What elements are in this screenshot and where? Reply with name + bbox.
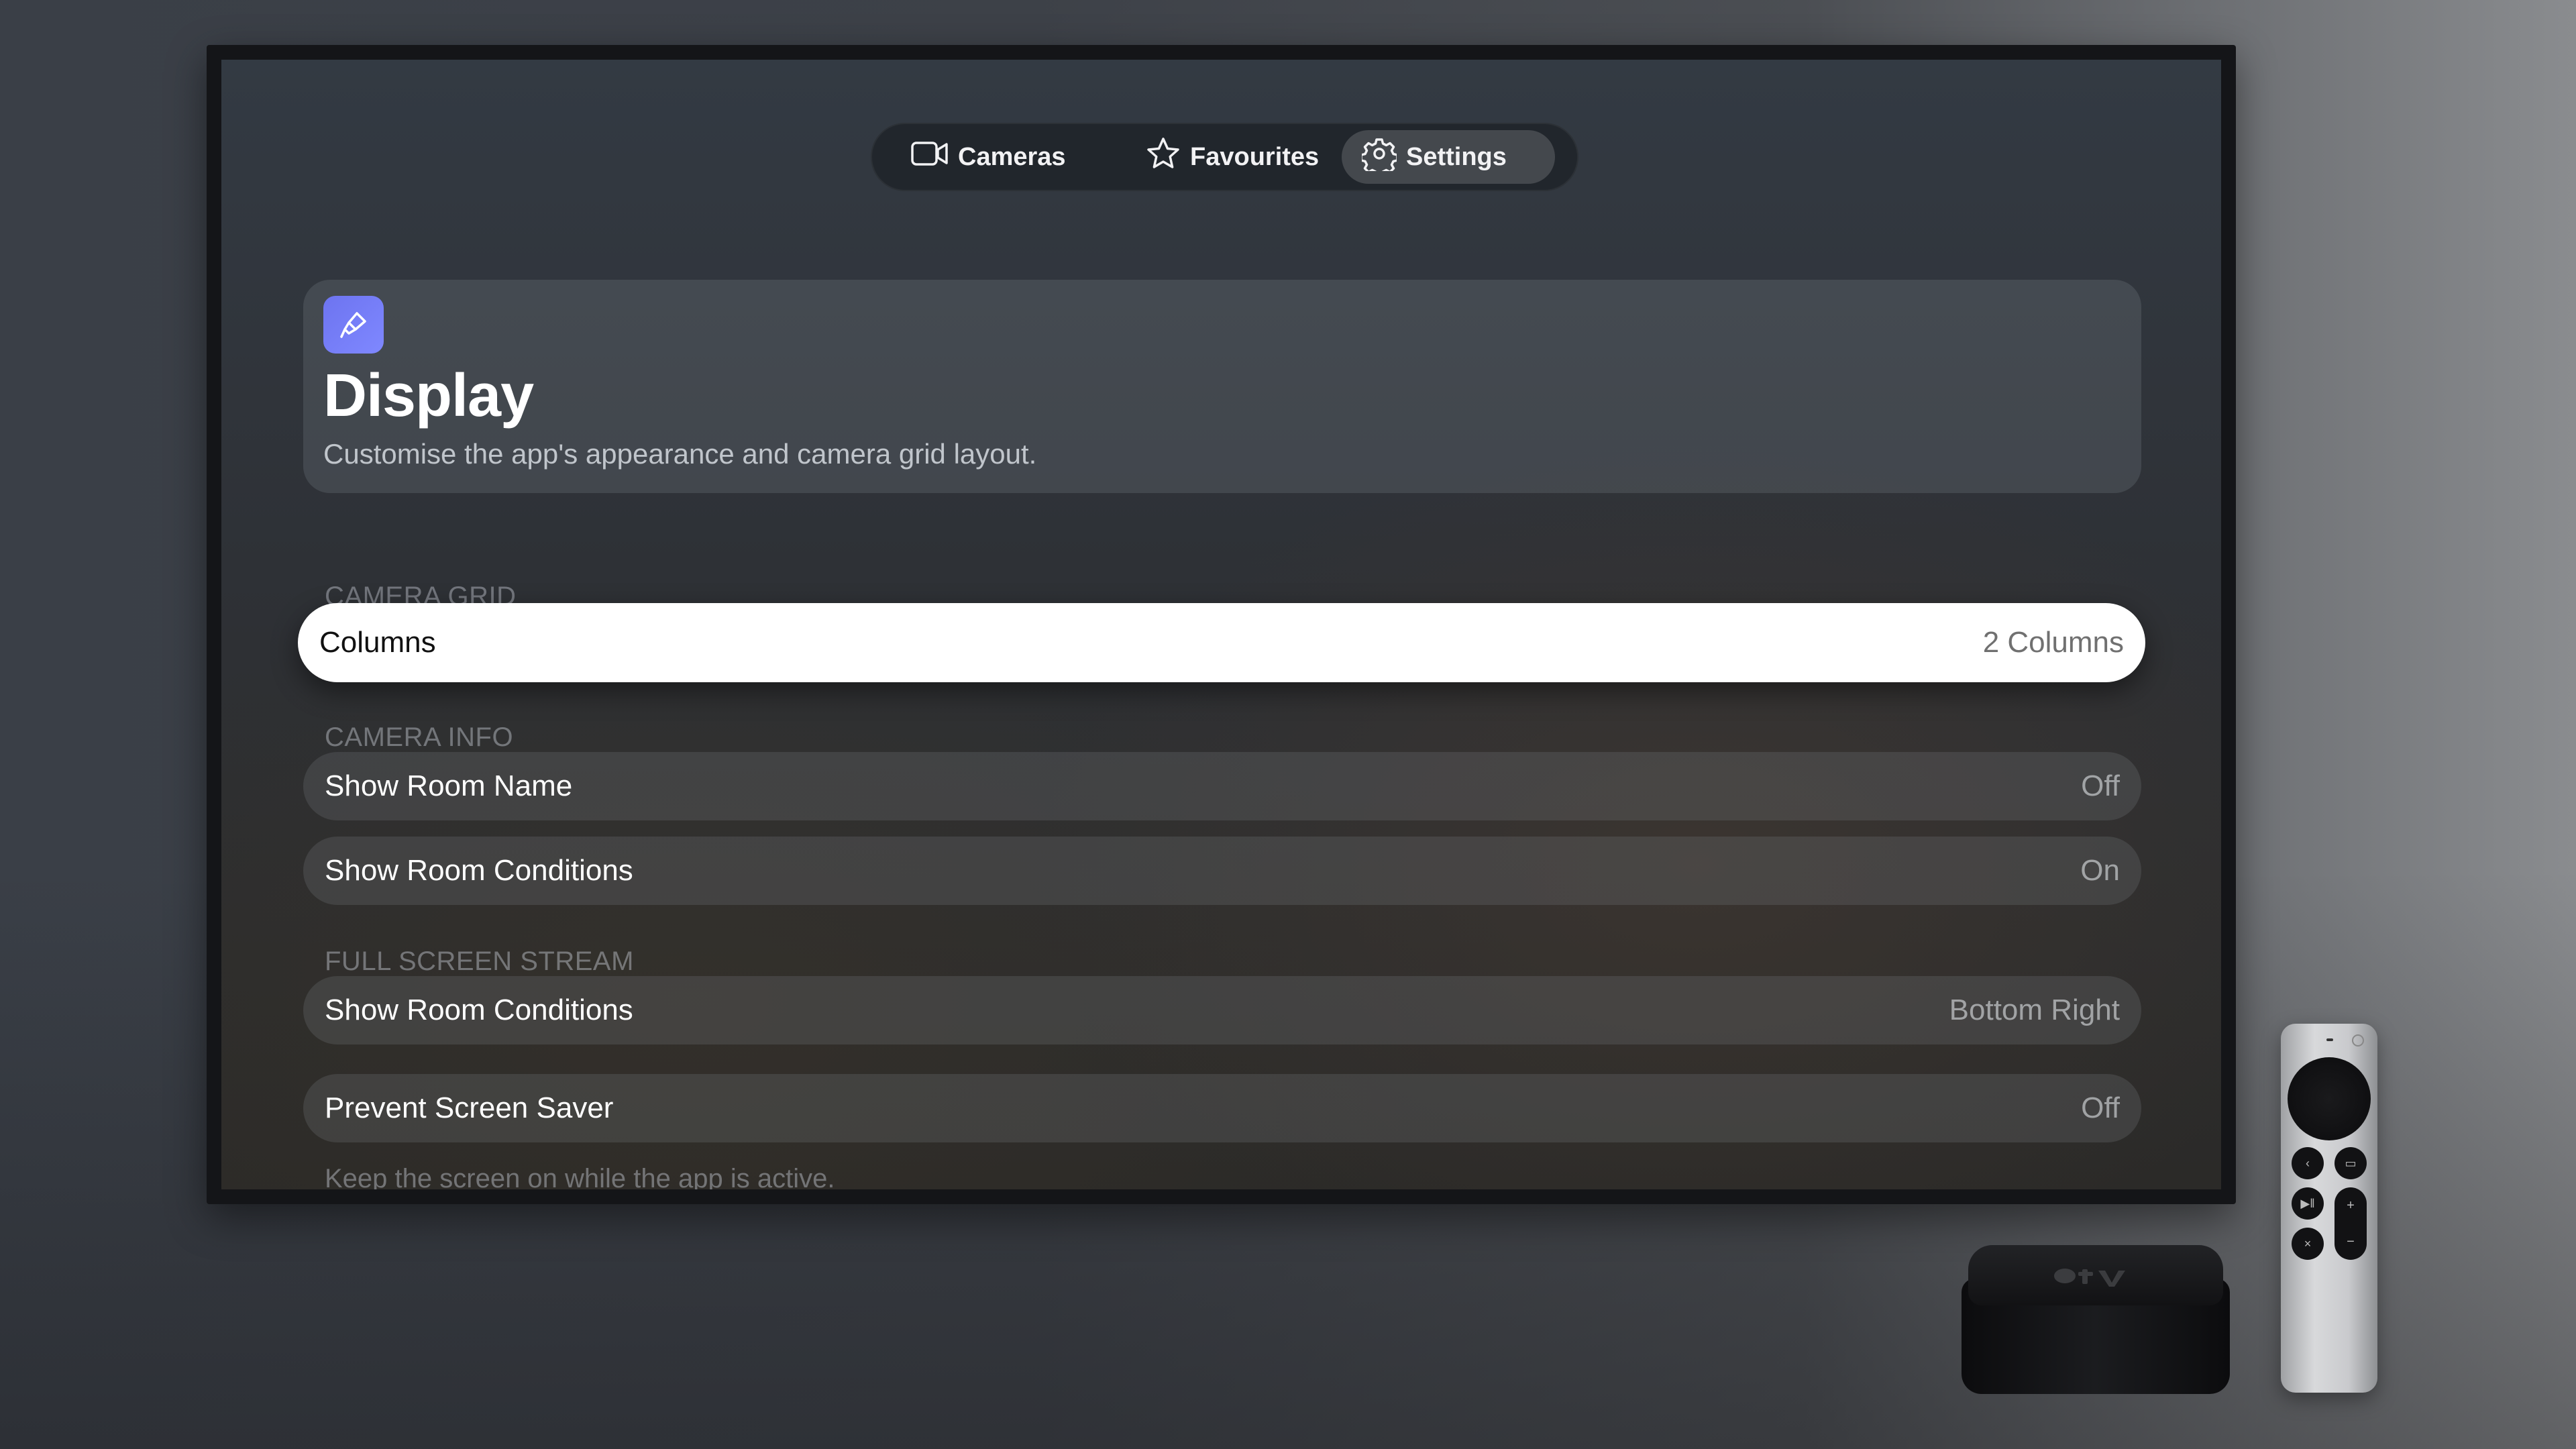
video-camera-icon (911, 140, 949, 174)
prevent-screen-saver-row[interactable]: Prevent Screen Saver Off (303, 1074, 2141, 1142)
section-header-full-screen-stream: FULL SCREEN STREAM (325, 947, 634, 976)
columns-label: Columns (319, 626, 436, 659)
tv-icon: ▭ (2334, 1147, 2367, 1179)
fullscreen-room-conditions-row[interactable]: Show Room Conditions Bottom Right (303, 976, 2141, 1044)
back-icon: ‹ (2292, 1147, 2324, 1179)
columns-value: 2 Columns (1982, 626, 2124, 659)
star-icon (1146, 136, 1181, 178)
tv-frame: Cameras Favourites Settings Display Cust… (207, 45, 2236, 1204)
power-icon (2352, 1034, 2364, 1046)
tab-favourites[interactable]: Favourites (1126, 130, 1334, 184)
apple-tv-box-top (1968, 1245, 2223, 1305)
fullscreen-room-conditions-label: Show Room Conditions (325, 994, 633, 1026)
tab-favourites-label: Favourites (1190, 142, 1320, 171)
prevent-screen-saver-value: Off (2081, 1091, 2120, 1124)
gear-icon (1360, 136, 1399, 178)
screen-saver-footnote: Keep the screen on while the app is acti… (325, 1164, 835, 1189)
fullscreen-room-conditions-value: Bottom Right (1949, 994, 2120, 1026)
tab-cameras[interactable]: Cameras (891, 130, 1085, 184)
prevent-screen-saver-label: Prevent Screen Saver (325, 1091, 614, 1124)
columns-row[interactable]: Columns 2 Columns (298, 603, 2145, 682)
show-room-conditions-row[interactable]: Show Room Conditions On (303, 837, 2141, 905)
show-room-name-label: Show Room Name (325, 769, 573, 802)
remote-clickpad (2288, 1057, 2371, 1140)
page-title: Display (323, 362, 534, 429)
paintbrush-icon (323, 296, 384, 354)
show-room-name-row[interactable]: Show Room Name Off (303, 752, 2141, 820)
show-room-conditions-label: Show Room Conditions (325, 854, 633, 887)
play-pause-icon: ▶‖ (2292, 1187, 2324, 1220)
tab-settings-label: Settings (1406, 142, 1507, 171)
tab-cameras-label: Cameras (958, 142, 1066, 171)
section-header-camera-info: CAMERA INFO (325, 722, 514, 752)
remote-mic (2326, 1038, 2333, 1041)
page-subtitle: Customise the app's appearance and camer… (323, 438, 1037, 470)
tv-screen: Cameras Favourites Settings Display Cust… (221, 60, 2221, 1189)
tab-bar: Cameras Favourites Settings (871, 123, 1578, 191)
show-room-conditions-value: On (2080, 854, 2120, 887)
volume-rocker: + − (2334, 1187, 2367, 1260)
apple-tv-logo-icon (2054, 1269, 2125, 1287)
show-room-name-value: Off (2081, 769, 2120, 802)
siri-remote: ‹ ▭ ▶‖ × + − (2281, 1024, 2377, 1393)
mute-icon: × (2292, 1228, 2324, 1260)
apple-tv-box (1962, 1245, 2230, 1394)
display-header-card: Display Customise the app's appearance a… (303, 280, 2141, 493)
tab-settings[interactable]: Settings (1342, 130, 1555, 184)
